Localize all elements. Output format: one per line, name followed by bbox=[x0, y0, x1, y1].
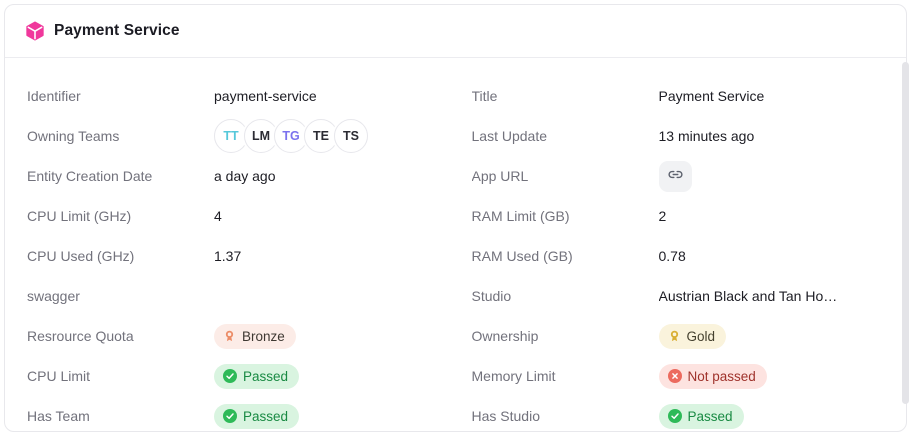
row-ram-used-gb: RAM Used (GB) 0.78 bbox=[472, 236, 897, 276]
field-label: Identifier bbox=[27, 88, 214, 104]
passed-status-badge: Passed bbox=[214, 404, 299, 429]
field-value: 13 minutes ago bbox=[659, 128, 755, 144]
field-label: CPU Limit bbox=[27, 368, 214, 384]
field-value: 0.78 bbox=[659, 248, 686, 264]
row-cpu-used-ghz: CPU Used (GHz) 1.37 bbox=[27, 236, 452, 276]
field-label: Title bbox=[472, 88, 659, 104]
row-studio: Studio Austrian Black and Tan Ho… bbox=[472, 276, 897, 316]
row-has-team-check: Has Team Passed bbox=[27, 396, 452, 432]
card-header: Payment Service bbox=[5, 5, 906, 58]
row-title: Title Payment Service bbox=[472, 76, 897, 116]
field-label: Memory Limit bbox=[472, 368, 659, 384]
team-avatar[interactable]: LM bbox=[244, 119, 278, 153]
row-identifier: Identifier payment-service bbox=[27, 76, 452, 116]
card-title: Payment Service bbox=[54, 22, 180, 40]
row-last-update: Last Update 13 minutes ago bbox=[472, 116, 897, 156]
team-avatar[interactable]: TS bbox=[334, 119, 368, 153]
row-entity-creation-date: Entity Creation Date a day ago bbox=[27, 156, 452, 196]
field-label: CPU Used (GHz) bbox=[27, 248, 214, 264]
check-circle-icon bbox=[223, 409, 237, 423]
check-circle-icon bbox=[223, 369, 237, 383]
row-ownership: Ownership Gold bbox=[472, 316, 897, 356]
field-label: Entity Creation Date bbox=[27, 168, 214, 184]
row-swagger: swagger bbox=[27, 276, 452, 316]
field-label: Last Update bbox=[472, 128, 659, 144]
link-icon bbox=[667, 166, 684, 186]
field-label: RAM Limit (GB) bbox=[472, 208, 659, 224]
details-grid: Identifier payment-service Owning Teams … bbox=[5, 58, 906, 432]
field-label: Resrource Quota bbox=[27, 328, 214, 344]
field-label: swagger bbox=[27, 288, 214, 304]
team-avatar[interactable]: TG bbox=[274, 119, 308, 153]
field-value: 1.37 bbox=[214, 248, 241, 264]
badge-label: Gold bbox=[687, 329, 716, 344]
row-ram-limit-gb: RAM Limit (GB) 2 bbox=[472, 196, 897, 236]
x-circle-icon bbox=[668, 369, 682, 383]
bronze-quota-badge: Bronze bbox=[214, 324, 296, 349]
field-value: a day ago bbox=[214, 168, 276, 184]
badge-label: Passed bbox=[243, 409, 288, 424]
medal-icon bbox=[223, 330, 236, 343]
scrollbar-track bbox=[901, 60, 910, 432]
row-cpu-limit-ghz: CPU Limit (GHz) 4 bbox=[27, 196, 452, 236]
field-label: Studio bbox=[472, 288, 659, 304]
row-resource-quota: Resrource Quota Bronze bbox=[27, 316, 452, 356]
team-avatar-group: TT LM TG TE TS bbox=[214, 119, 368, 153]
details-column-right: Title Payment Service Last Update 13 min… bbox=[472, 76, 897, 432]
badge-label: Bronze bbox=[242, 329, 285, 344]
field-value: 2 bbox=[659, 208, 667, 224]
field-value: Austrian Black and Tan Ho… bbox=[659, 288, 838, 304]
not-passed-status-badge: Not passed bbox=[659, 364, 767, 389]
field-label: Ownership bbox=[472, 328, 659, 344]
field-label: Owning Teams bbox=[27, 128, 214, 144]
team-avatar[interactable]: TE bbox=[304, 119, 338, 153]
passed-status-badge: Passed bbox=[659, 404, 744, 429]
package-cube-icon bbox=[25, 21, 45, 41]
field-label: RAM Used (GB) bbox=[472, 248, 659, 264]
field-label: Has Team bbox=[27, 408, 214, 424]
field-label: CPU Limit (GHz) bbox=[27, 208, 214, 224]
team-avatar[interactable]: TT bbox=[214, 119, 248, 153]
field-value: Payment Service bbox=[659, 88, 765, 104]
row-cpu-limit-check: CPU Limit Passed bbox=[27, 356, 452, 396]
row-app-url: App URL bbox=[472, 156, 897, 196]
scrollbar-thumb[interactable] bbox=[902, 62, 909, 404]
badge-label: Passed bbox=[688, 409, 733, 424]
row-owning-teams: Owning Teams TT LM TG TE TS bbox=[27, 116, 452, 156]
passed-status-badge: Passed bbox=[214, 364, 299, 389]
badge-label: Not passed bbox=[688, 369, 756, 384]
app-url-link-button[interactable] bbox=[659, 161, 692, 192]
row-has-studio-check: Has Studio Passed bbox=[472, 396, 897, 432]
entity-details-card: Payment Service Identifier payment-servi… bbox=[4, 4, 907, 432]
badge-label: Passed bbox=[243, 369, 288, 384]
field-value: payment-service bbox=[214, 88, 317, 104]
details-column-left: Identifier payment-service Owning Teams … bbox=[27, 76, 452, 432]
field-label: App URL bbox=[472, 168, 659, 184]
field-label: Has Studio bbox=[472, 408, 659, 424]
field-value: 4 bbox=[214, 208, 222, 224]
gold-ownership-badge: Gold bbox=[659, 324, 727, 349]
check-circle-icon bbox=[668, 409, 682, 423]
row-memory-limit-check: Memory Limit Not passed bbox=[472, 356, 897, 396]
medal-icon bbox=[668, 330, 681, 343]
